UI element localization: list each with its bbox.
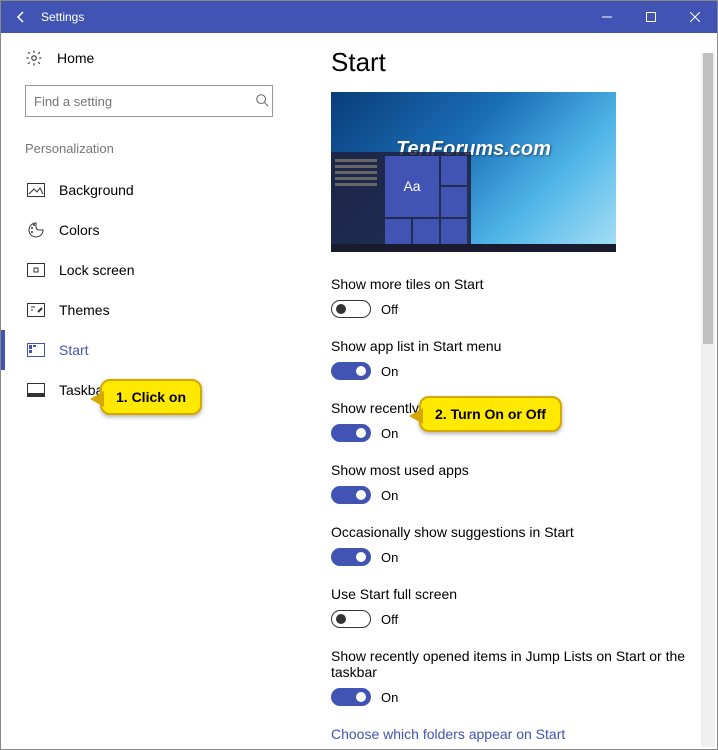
back-button[interactable] [1,1,41,33]
toggle-switch[interactable] [331,610,371,628]
setting-label: Use Start full screen [331,586,697,602]
minimize-button[interactable] [585,1,629,33]
toggle-state: Off [381,302,398,317]
toggle-state: On [381,364,398,379]
start-icon [27,341,45,359]
search-input[interactable] [25,85,273,117]
setting-row: Show recently opened items in Jump Lists… [331,648,697,706]
toggle-state: On [381,488,398,503]
callout-2: 2. Turn On or Off [419,396,562,432]
lockscreen-icon [27,261,45,279]
search-box[interactable] [25,85,297,117]
gear-icon [25,49,43,67]
sidebar-item-label: Colors [59,222,99,238]
toggle-switch[interactable] [331,362,371,380]
setting-label: Show recently opened items in Jump Lists… [331,648,697,680]
colors-icon [27,221,45,239]
category-label: Personalization [25,141,297,156]
setting-label: Show app list in Start menu [331,338,697,354]
sidebar-item-label: Start [59,342,89,358]
setting-row: Show more tiles on Start Off [331,276,697,318]
page-heading: Start [331,47,697,78]
sidebar-item-themes[interactable]: Themes [25,290,297,330]
toggle-switch[interactable] [331,548,371,566]
scroll-thumb[interactable] [703,53,713,344]
sidebar-item-colors[interactable]: Colors [25,210,297,250]
window-title: Settings [41,10,84,24]
start-preview: TenForums.com Aa [331,92,616,252]
close-button[interactable] [673,1,717,33]
setting-row: Occasionally show suggestions in Start O… [331,524,697,566]
setting-label: Show most used apps [331,462,697,478]
maximize-button[interactable] [629,1,673,33]
sidebar-item-label: Themes [59,302,110,318]
toggle-state: On [381,426,398,441]
main-panel: Start TenForums.com Aa Show more tiles o… [321,33,717,749]
toggle-state: On [381,690,398,705]
sidebar-item-start[interactable]: Start [25,330,297,370]
sidebar-item-label: Background [59,182,134,198]
sidebar-item-label: Lock screen [59,262,134,278]
toggle-switch[interactable] [331,688,371,706]
scrollbar[interactable] [701,53,715,747]
background-icon [27,181,45,199]
preview-tile: Aa [385,156,439,217]
taskbar-icon [27,381,45,399]
setting-row: Show most used apps On [331,462,697,504]
themes-icon [27,301,45,319]
sidebar-item-lockscreen[interactable]: Lock screen [25,250,297,290]
setting-label: Occasionally show suggestions in Start [331,524,697,540]
sidebar-item-background[interactable]: Background [25,170,297,210]
setting-row: Show app list in Start menu On [331,338,697,380]
toggle-switch[interactable] [331,486,371,504]
home-label: Home [57,50,94,66]
folders-link[interactable]: Choose which folders appear on Start [331,726,697,742]
toggle-state: Off [381,612,398,627]
setting-label: Show more tiles on Start [331,276,697,292]
toggle-switch[interactable] [331,300,371,318]
callout-1: 1. Click on [100,379,202,415]
toggle-state: On [381,550,398,565]
search-icon [255,93,269,107]
toggle-switch[interactable] [331,424,371,442]
title-bar: Settings [1,1,717,33]
home-nav[interactable]: Home [25,49,297,67]
setting-row: Use Start full screen Off [331,586,697,628]
